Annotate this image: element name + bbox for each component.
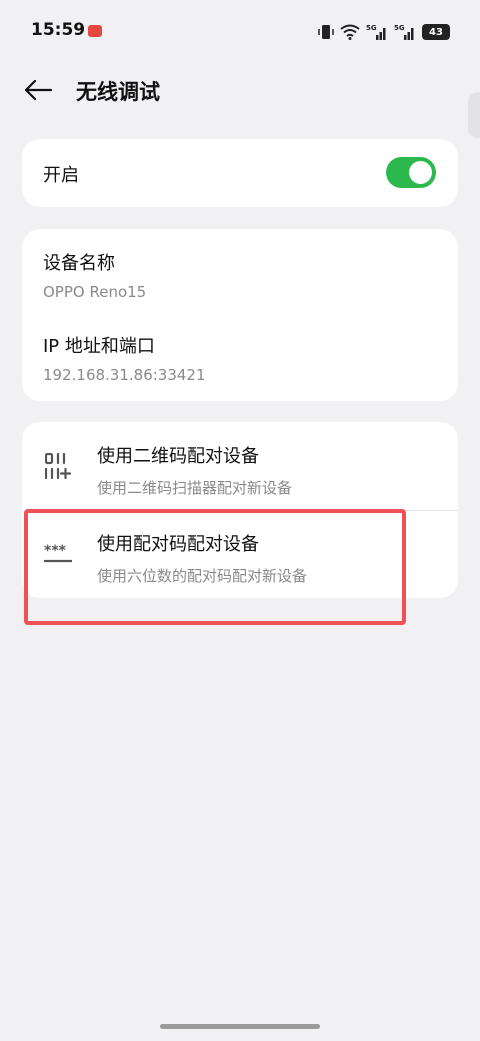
device-name-label: 设备名称: [43, 253, 115, 274]
device-name-row: 设备名称 OPPO Reno15: [43, 249, 146, 301]
qr-code-icon: [45, 453, 71, 479]
network-type-2: 5G: [394, 24, 405, 32]
home-indicator[interactable]: [160, 1024, 320, 1029]
pair-qr-title: 使用二维码配对设备: [97, 446, 259, 467]
ip-port-row: IP 地址和端口 192.168.31.86:33421: [43, 332, 206, 384]
app-bar: 无线调试: [0, 64, 480, 116]
ip-port-label: IP 地址和端口: [43, 336, 155, 357]
edge-panel-handle[interactable]: [468, 92, 480, 138]
notification-app-icon: [88, 25, 102, 37]
back-button[interactable]: [18, 72, 58, 108]
highlight-annotation: [24, 509, 406, 625]
signal-icon-sim1: 5G: [366, 24, 386, 40]
back-arrow-icon: [24, 79, 53, 101]
enable-label: 开启: [43, 165, 79, 186]
network-type-1: 5G: [366, 24, 377, 32]
status-bar: 15:59 5G 5G 43: [0, 0, 480, 64]
pair-with-qr-code-item[interactable]: 使用二维码配对设备 使用二维码扫描器配对新设备: [22, 422, 458, 510]
battery-level: 43: [429, 26, 443, 38]
wireless-debugging-toggle[interactable]: [386, 157, 436, 188]
status-icons: 5G 5G 43: [318, 20, 450, 44]
wifi-icon: [340, 24, 360, 40]
battery-icon: 43: [422, 24, 450, 40]
ip-port-value: 192.168.31.86:33421: [43, 366, 206, 384]
pair-qr-subtitle: 使用二维码扫描器配对新设备: [97, 479, 293, 497]
device-info-card: 设备名称 OPPO Reno15 IP 地址和端口 192.168.31.86:…: [22, 229, 458, 401]
enable-card: 开启: [22, 139, 458, 207]
device-name-value: OPPO Reno15: [43, 283, 147, 301]
page-title: 无线调试: [76, 80, 160, 104]
vibrate-icon: [318, 25, 334, 39]
signal-icon-sim2: 5G: [394, 24, 414, 40]
toggle-knob: [409, 161, 432, 184]
status-time: 15:59: [31, 20, 86, 40]
